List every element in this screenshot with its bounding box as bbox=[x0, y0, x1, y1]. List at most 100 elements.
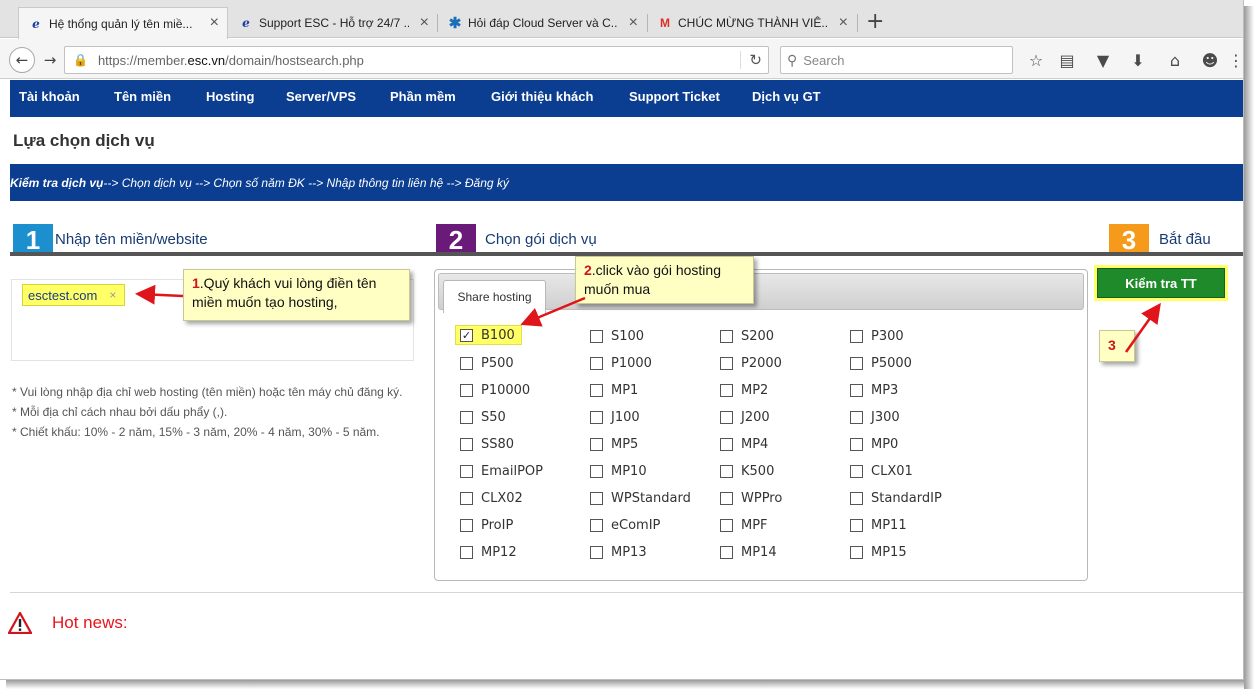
bookmark-star-icon[interactable]: ☆ bbox=[1026, 50, 1046, 70]
pocket-icon[interactable]: ▼ bbox=[1093, 50, 1113, 70]
nav-item-support-ticket[interactable]: Support Ticket bbox=[629, 89, 720, 104]
package-checkbox[interactable] bbox=[590, 437, 603, 451]
package-checkbox[interactable] bbox=[590, 410, 603, 424]
nav-item-account[interactable]: Tài khoản bbox=[19, 89, 80, 104]
package-option-wpstandard[interactable]: WPStandard bbox=[590, 488, 691, 508]
domain-chip[interactable]: esctest.com × bbox=[22, 284, 126, 306]
package-checkbox[interactable] bbox=[460, 545, 473, 559]
tab-share-hosting[interactable]: Share hosting bbox=[443, 280, 546, 313]
package-checkbox[interactable] bbox=[720, 518, 733, 532]
package-checkbox[interactable] bbox=[590, 545, 603, 559]
close-tab-icon[interactable]: × bbox=[210, 15, 219, 31]
package-checkbox[interactable] bbox=[720, 545, 733, 559]
package-option-mp2[interactable]: MP2 bbox=[720, 380, 768, 400]
package-option-mp15[interactable]: MP15 bbox=[850, 542, 907, 562]
package-checkbox[interactable] bbox=[460, 383, 473, 397]
package-checkbox[interactable] bbox=[850, 383, 863, 397]
package-checkbox[interactable]: ✓ bbox=[460, 328, 473, 342]
reading-list-icon[interactable]: ▤ bbox=[1057, 50, 1077, 70]
package-option-j100[interactable]: J100 bbox=[590, 407, 640, 427]
package-option-p1000[interactable]: P1000 bbox=[590, 353, 652, 373]
package-option-mp3[interactable]: MP3 bbox=[850, 380, 898, 400]
close-tab-icon[interactable]: × bbox=[629, 15, 638, 31]
package-checkbox[interactable] bbox=[720, 410, 733, 424]
package-option-mp4[interactable]: MP4 bbox=[720, 434, 768, 454]
package-option-mp5[interactable]: MP5 bbox=[590, 434, 638, 454]
package-option-wppro[interactable]: WPPro bbox=[720, 488, 782, 508]
package-checkbox[interactable] bbox=[590, 518, 603, 532]
package-checkbox[interactable] bbox=[460, 437, 473, 451]
remove-chip-icon[interactable]: × bbox=[109, 288, 116, 302]
nav-item-value-added-services[interactable]: Dịch vụ GT bbox=[752, 89, 821, 104]
package-option-clx01[interactable]: CLX01 bbox=[850, 461, 913, 481]
package-checkbox[interactable] bbox=[850, 491, 863, 505]
nav-item-hosting[interactable]: Hosting bbox=[206, 89, 254, 104]
close-tab-icon[interactable]: × bbox=[420, 15, 429, 31]
package-option-p300[interactable]: P300 bbox=[850, 326, 904, 346]
package-checkbox[interactable] bbox=[720, 464, 733, 478]
package-checkbox[interactable] bbox=[460, 464, 473, 478]
package-option-s100[interactable]: S100 bbox=[590, 326, 644, 346]
package-checkbox[interactable] bbox=[590, 356, 603, 370]
check-button[interactable]: Kiểm tra TT bbox=[1097, 268, 1225, 298]
package-option-mp13[interactable]: MP13 bbox=[590, 542, 647, 562]
package-checkbox[interactable] bbox=[850, 518, 863, 532]
tab-gmail[interactable]: M CHÚC MỪNG THÀNH VIÊ... × bbox=[648, 8, 856, 38]
package-option-emailpop[interactable]: EmailPOP bbox=[460, 461, 543, 481]
package-option-mp11[interactable]: MP11 bbox=[850, 515, 907, 535]
package-checkbox[interactable] bbox=[590, 464, 603, 478]
package-option-ss80[interactable]: SS80 bbox=[460, 434, 514, 454]
tab-cloud-server-qa[interactable]: ✱ Hỏi đáp Cloud Server và C... × bbox=[438, 8, 646, 38]
nav-item-referral[interactable]: Giới thiệu khách bbox=[491, 89, 593, 104]
new-tab-icon[interactable]: + bbox=[866, 10, 884, 34]
package-option-mp14[interactable]: MP14 bbox=[720, 542, 777, 562]
package-checkbox[interactable] bbox=[460, 491, 473, 505]
package-option-mpf[interactable]: MPF bbox=[720, 515, 768, 535]
nav-item-domain[interactable]: Tên miền bbox=[114, 89, 171, 104]
forward-arrow-icon[interactable]: → bbox=[36, 50, 64, 70]
back-arrow-icon[interactable]: ← bbox=[9, 47, 35, 73]
package-checkbox[interactable] bbox=[720, 383, 733, 397]
package-option-j200[interactable]: J200 bbox=[720, 407, 770, 427]
package-option-p500[interactable]: P500 bbox=[460, 353, 514, 373]
package-checkbox[interactable] bbox=[850, 356, 863, 370]
package-checkbox[interactable] bbox=[850, 437, 863, 451]
address-bar[interactable]: 🔒 https://member. esc.vn/domain/hostsearc… bbox=[64, 46, 769, 74]
package-checkbox[interactable] bbox=[850, 545, 863, 559]
package-checkbox[interactable] bbox=[590, 329, 603, 343]
nav-item-software[interactable]: Phần mềm bbox=[390, 89, 456, 104]
package-checkbox[interactable] bbox=[590, 491, 603, 505]
package-checkbox[interactable] bbox=[720, 356, 733, 370]
package-option-clx02[interactable]: CLX02 bbox=[460, 488, 523, 508]
package-option-b100[interactable]: ✓ B100 bbox=[455, 325, 522, 345]
package-option-mp1[interactable]: MP1 bbox=[590, 380, 638, 400]
package-option-j300[interactable]: J300 bbox=[850, 407, 900, 427]
package-option-p2000[interactable]: P2000 bbox=[720, 353, 782, 373]
reload-icon[interactable]: ↻ bbox=[740, 51, 762, 69]
download-icon[interactable]: ⬇ bbox=[1128, 50, 1148, 70]
tab-domain-management[interactable]: e Hệ thống quản lý tên miề... × bbox=[18, 7, 228, 39]
package-option-standardip[interactable]: StandardIP bbox=[850, 488, 942, 508]
menu-icon[interactable]: ⋮ bbox=[1226, 50, 1243, 70]
home-icon[interactable]: ⌂ bbox=[1165, 50, 1185, 70]
package-option-mp0[interactable]: MP0 bbox=[850, 434, 898, 454]
package-option-ecomip[interactable]: eComIP bbox=[590, 515, 660, 535]
package-checkbox[interactable] bbox=[720, 437, 733, 451]
package-checkbox[interactable] bbox=[590, 383, 603, 397]
package-checkbox[interactable] bbox=[460, 356, 473, 370]
package-option-p5000[interactable]: P5000 bbox=[850, 353, 912, 373]
package-option-mp12[interactable]: MP12 bbox=[460, 542, 517, 562]
search-input[interactable]: ⚲ Search bbox=[780, 46, 1013, 74]
close-tab-icon[interactable]: × bbox=[839, 15, 848, 31]
package-checkbox[interactable] bbox=[720, 491, 733, 505]
nav-item-server-vps[interactable]: Server/VPS bbox=[286, 89, 356, 104]
smiley-icon[interactable]: ☻ bbox=[1200, 50, 1220, 70]
package-option-p10000[interactable]: P10000 bbox=[460, 380, 530, 400]
package-checkbox[interactable] bbox=[850, 329, 863, 343]
tab-support-esc[interactable]: e Support ESC - Hỗ trợ 24/7 ... × bbox=[229, 8, 437, 38]
package-checkbox[interactable] bbox=[460, 518, 473, 532]
package-checkbox[interactable] bbox=[850, 464, 863, 478]
package-option-mp10[interactable]: MP10 bbox=[590, 461, 647, 481]
package-option-proip[interactable]: ProIP bbox=[460, 515, 513, 535]
package-checkbox[interactable] bbox=[460, 410, 473, 424]
